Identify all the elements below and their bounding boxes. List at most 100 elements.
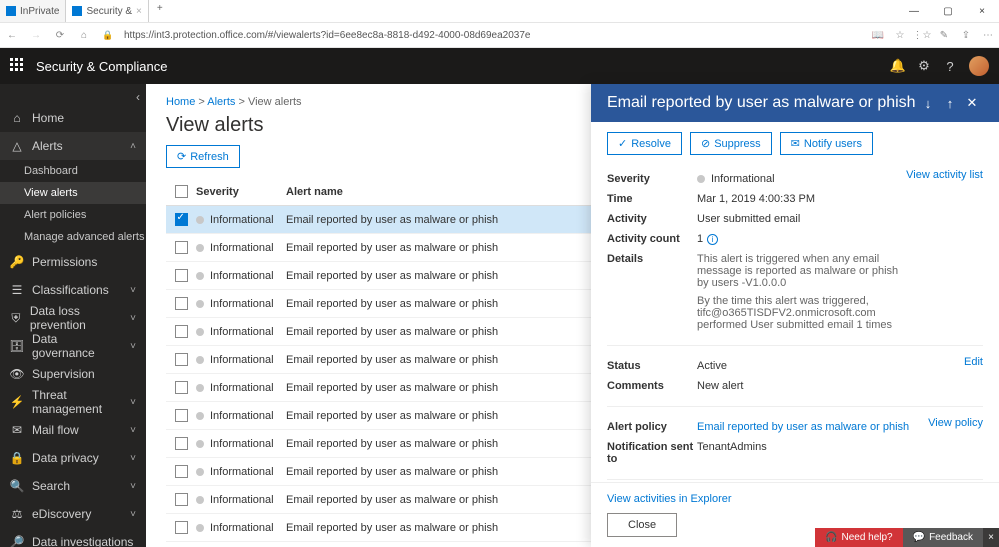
label-details: Details [607, 253, 697, 265]
browser-refresh-icon[interactable]: ⟳ [48, 30, 72, 41]
row-checkbox[interactable] [175, 325, 188, 338]
panel-close-icon[interactable]: ✕ [961, 95, 983, 111]
nav-label: Permissions [32, 255, 97, 269]
nav-manage-advanced[interactable]: Manage advanced alerts [0, 226, 146, 248]
investigations-icon: 🔎 [10, 535, 24, 547]
app-header: Security & Compliance 🔔 ⚙ ? [0, 48, 999, 84]
nav-data-governance[interactable]: 🗄Data governance˅ [0, 332, 146, 360]
mail-icon: ✉ [10, 423, 24, 437]
app-launcher-icon[interactable] [10, 58, 26, 74]
nav-data-investigations[interactable]: 🔎Data investigations [0, 528, 146, 547]
browser-titlebar: InPrivate Security &× + — ▢ × [0, 0, 999, 22]
row-checkbox[interactable] [175, 213, 188, 226]
nav-data-privacy[interactable]: 🔒Data privacy˅ [0, 444, 146, 472]
row-checkbox[interactable] [175, 465, 188, 478]
nav-search[interactable]: 🔍Search˅ [0, 472, 146, 500]
tab-favicon [72, 6, 82, 16]
notifications-icon[interactable]: 🔔 [885, 58, 911, 74]
row-checkbox[interactable] [175, 493, 188, 506]
chevron-down-icon: ˅ [130, 285, 136, 296]
lock-icon: 🔒 [96, 30, 120, 41]
view-activity-list-link[interactable]: View activity list [906, 169, 983, 181]
nav-alerts[interactable]: △Alerts˄ [0, 132, 146, 160]
label-notification: Notification sent to [607, 441, 697, 465]
nav-threat-mgmt[interactable]: ⚡Threat management˅ [0, 388, 146, 416]
nav-dashboard[interactable]: Dashboard [0, 160, 146, 182]
row-checkbox[interactable] [175, 381, 188, 394]
notify-users-button[interactable]: ✉Notify users [780, 132, 873, 155]
chevron-down-icon: ˅ [130, 453, 136, 464]
severity-dot-icon [196, 300, 204, 308]
severity-dot-icon [196, 468, 204, 476]
severity-dot-icon [196, 440, 204, 448]
severity-dot-icon [196, 328, 204, 336]
user-avatar[interactable] [969, 56, 989, 76]
settings-icon[interactable]: ⋯ [977, 30, 999, 41]
collapse-nav-icon[interactable]: ‹ [136, 90, 140, 104]
browser-tab-active[interactable]: Security &× [66, 0, 148, 22]
help-feedback-bar: 🎧Need help? 💬Feedback × [815, 528, 999, 547]
info-icon[interactable]: i [707, 234, 718, 245]
help-close-icon[interactable]: × [983, 528, 999, 547]
breadcrumb-alerts[interactable]: Alerts [207, 96, 235, 108]
nav-view-alerts[interactable]: View alerts [0, 182, 146, 204]
row-checkbox[interactable] [175, 353, 188, 366]
favorites-list-icon[interactable]: ⋮☆ [911, 30, 933, 41]
url-text[interactable]: https://int3.protection.office.com/#/vie… [120, 30, 867, 41]
browser-home-icon[interactable]: ⌂ [72, 30, 96, 41]
resolve-button[interactable]: ✓Resolve [607, 132, 682, 155]
value-details: This alert is triggered when any email m… [697, 253, 906, 331]
gear-icon[interactable]: ⚙ [911, 58, 937, 74]
row-checkbox[interactable] [175, 521, 188, 534]
feedback-button[interactable]: 💬Feedback [903, 528, 983, 547]
edit-link[interactable]: Edit [964, 356, 983, 368]
breadcrumb-home[interactable]: Home [166, 96, 195, 108]
panel-up-icon[interactable]: ↑ [939, 96, 961, 111]
label-alert-policy: Alert policy [607, 421, 697, 433]
new-tab-button[interactable]: + [149, 0, 171, 17]
col-severity[interactable]: Severity [196, 186, 286, 198]
value-alert-policy[interactable]: Email reported by user as malware or phi… [697, 421, 928, 433]
notes-icon[interactable]: ✎ [933, 30, 955, 41]
tab-favicon [6, 6, 16, 16]
nav-supervision[interactable]: 👁Supervision [0, 360, 146, 388]
row-checkbox[interactable] [175, 297, 188, 310]
mail-icon: ✉ [791, 137, 800, 150]
need-help-button[interactable]: 🎧Need help? [815, 528, 903, 547]
window-maximize-icon[interactable]: ▢ [931, 0, 965, 22]
refresh-button[interactable]: ⟳Refresh [166, 145, 240, 168]
favorite-icon[interactable]: ☆ [889, 30, 911, 41]
view-activities-explorer-link[interactable]: View activities in Explorer [607, 493, 983, 505]
row-checkbox[interactable] [175, 269, 188, 282]
help-icon[interactable]: ? [937, 59, 963, 74]
window-close-icon[interactable]: × [965, 0, 999, 22]
nav-permissions[interactable]: 🔑Permissions [0, 248, 146, 276]
nav-dlp[interactable]: ⛨Data loss prevention˅ [0, 304, 146, 332]
select-all-checkbox[interactable] [175, 185, 188, 198]
headset-icon: 🎧 [825, 532, 837, 543]
close-button[interactable]: Close [607, 513, 677, 537]
governance-icon: 🗄 [10, 339, 24, 353]
share-icon[interactable]: ⇪ [955, 30, 977, 41]
nav-mail-flow[interactable]: ✉Mail flow˅ [0, 416, 146, 444]
severity-dot-icon [196, 216, 204, 224]
browser-tab-inprivate[interactable]: InPrivate [0, 0, 66, 22]
row-checkbox[interactable] [175, 437, 188, 450]
panel-down-icon[interactable]: ↓ [917, 96, 939, 111]
classifications-icon: ☰ [10, 283, 24, 297]
dlp-icon: ⛨ [10, 311, 22, 326]
row-checkbox[interactable] [175, 241, 188, 254]
tab-close-icon[interactable]: × [136, 6, 142, 17]
nav-alert-policies[interactable]: Alert policies [0, 204, 146, 226]
nav-home[interactable]: ⌂Home [0, 104, 146, 132]
window-minimize-icon[interactable]: — [897, 0, 931, 22]
severity-dot-icon [196, 524, 204, 532]
suppress-button[interactable]: ⊘Suppress [690, 132, 772, 155]
browser-back-icon[interactable]: ← [0, 30, 24, 41]
refresh-icon: ⟳ [177, 150, 186, 163]
nav-ediscovery[interactable]: ⚖eDiscovery˅ [0, 500, 146, 528]
row-checkbox[interactable] [175, 409, 188, 422]
nav-classifications[interactable]: ☰Classifications˅ [0, 276, 146, 304]
view-policy-link[interactable]: View policy [928, 417, 983, 429]
reading-view-icon[interactable]: 📖 [867, 30, 889, 41]
